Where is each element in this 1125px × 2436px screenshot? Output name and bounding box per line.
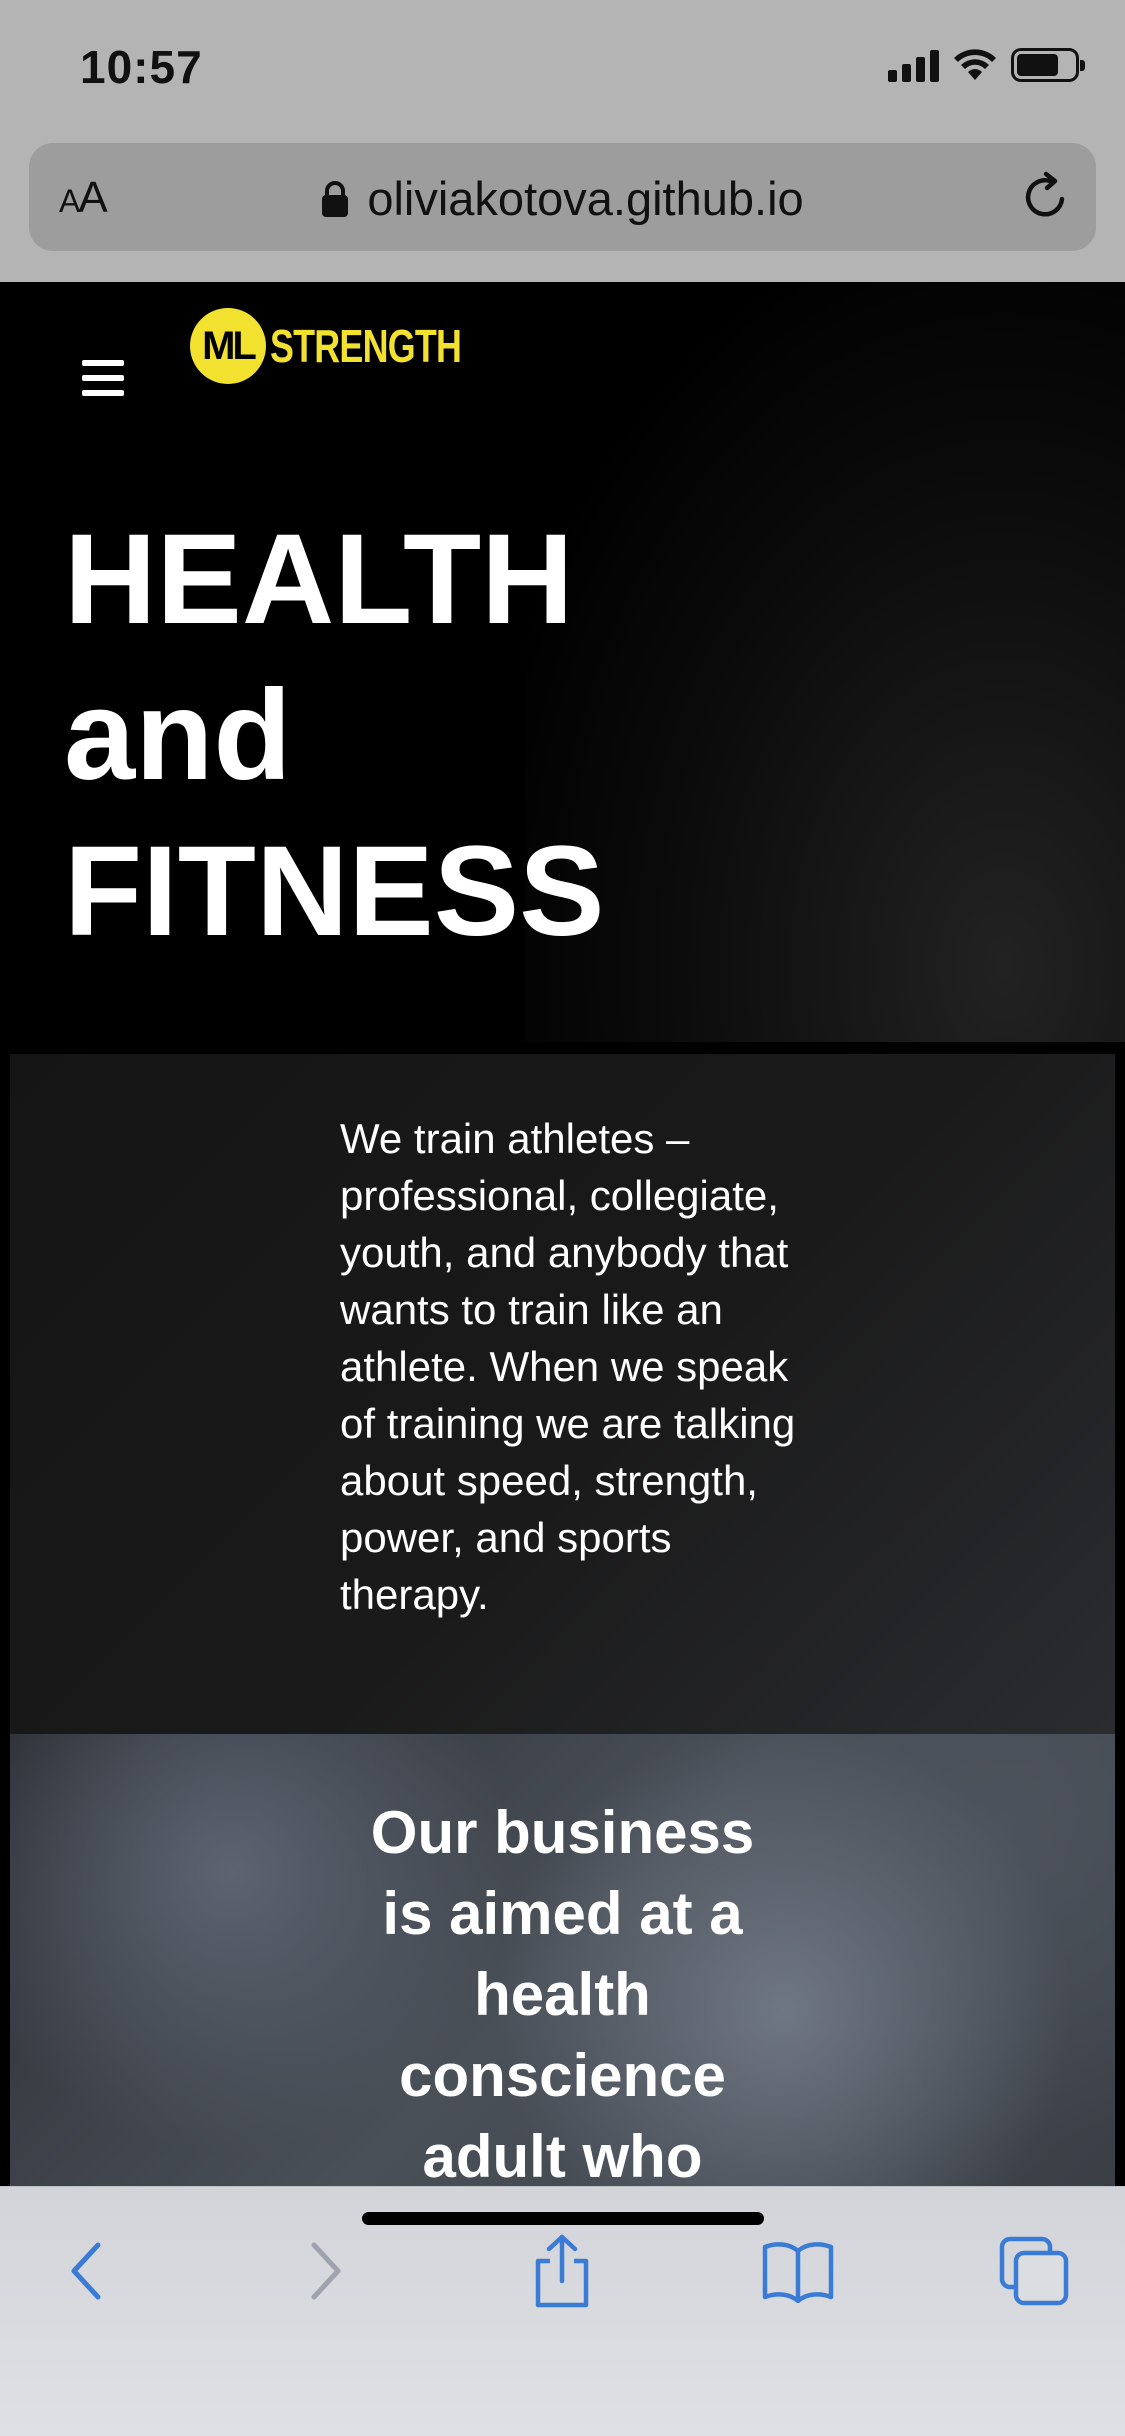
- web-page: ML STRENGTH HEALTH and FITNESS We train …: [0, 282, 1125, 2186]
- lock-icon: [322, 180, 349, 217]
- url-display[interactable]: oliviakotova.github.io: [29, 171, 1096, 226]
- back-button[interactable]: [46, 2231, 126, 2311]
- reload-icon[interactable]: [1020, 171, 1072, 223]
- bookmarks-button[interactable]: [758, 2231, 838, 2311]
- share-icon: [535, 2234, 589, 2308]
- bookmarks-icon: [762, 2242, 834, 2303]
- cellular-signal-icon: [888, 48, 939, 82]
- battery-icon: [1011, 48, 1085, 82]
- tabs-icon: [999, 2236, 1069, 2306]
- tabs-button[interactable]: [994, 2231, 1074, 2311]
- hero-title-line: HEALTH: [64, 508, 574, 651]
- back-icon: [71, 2242, 101, 2300]
- url-text: oliviakotova.github.io: [367, 172, 804, 225]
- hamburger-menu-icon[interactable]: [82, 360, 124, 396]
- share-button[interactable]: [522, 2231, 602, 2311]
- browser-top-chrome: 10:57 AA oliviakotova.github.io: [0, 0, 1125, 282]
- address-bar[interactable]: AA oliviakotova.github.io: [29, 143, 1096, 251]
- home-indicator[interactable]: [362, 2212, 764, 2225]
- hero-title-line: FITNESS: [64, 820, 605, 963]
- site-logo[interactable]: ML STRENGTH: [190, 308, 515, 384]
- status-time: 10:57: [80, 41, 203, 93]
- business-section: Our business is aimed at a health consci…: [10, 1734, 1115, 2186]
- intro-section: We train athletes – professional, colleg…: [10, 1054, 1115, 1734]
- forward-icon: [311, 2242, 341, 2300]
- intro-text: We train athletes – professional, colleg…: [340, 1115, 796, 1618]
- hero-title: HEALTH and FITNESS: [64, 502, 605, 970]
- hero-title-line: and: [64, 664, 292, 807]
- status-icons: [888, 48, 1085, 82]
- wifi-icon: [954, 49, 996, 80]
- logo-text: STRENGTH: [270, 320, 462, 372]
- business-heading: Our business is aimed at a health consci…: [370, 1799, 755, 2186]
- forward-button[interactable]: [286, 2231, 366, 2311]
- logo-badge: ML: [190, 308, 266, 384]
